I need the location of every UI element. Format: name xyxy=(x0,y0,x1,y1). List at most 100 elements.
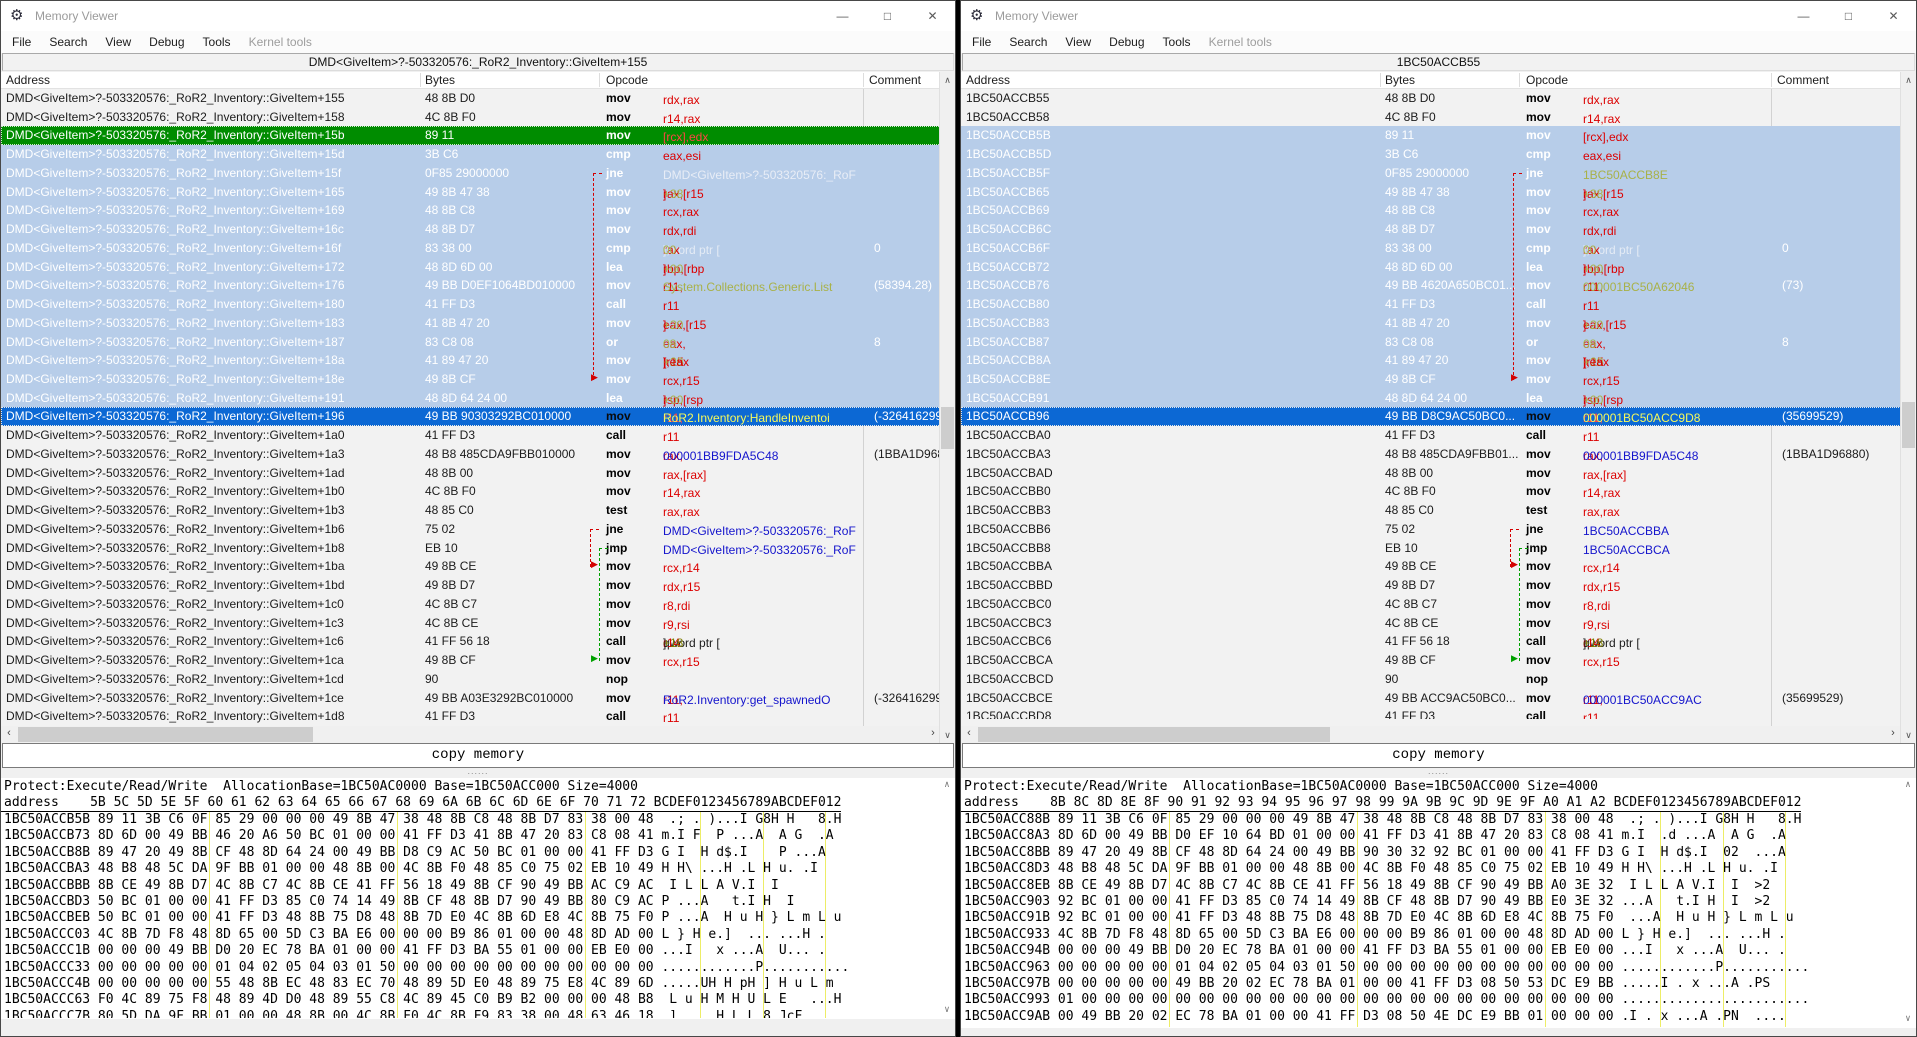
menu-tools[interactable]: Tools xyxy=(194,33,240,51)
disasm-row[interactable]: DMD<GiveItem>?-503320576:_RoR2_Inventory… xyxy=(1,108,941,127)
disasm-row[interactable]: 1BC50ACCBB348 85 C0testrax,rax xyxy=(961,501,1901,520)
hex-view[interactable]: Protect:Execute/Read/Write AllocationBas… xyxy=(961,778,1916,1028)
disasm-row[interactable]: 1BC50ACCBC04C 8B C7movr8,rdi xyxy=(961,595,1901,614)
copy-memory-button[interactable]: copy memory xyxy=(962,743,1915,768)
hex-row[interactable]: 1BC50ACCC03 4C 8B 7D F8 48 8D 65 00 5D C… xyxy=(4,927,955,943)
disasm-row[interactable]: DMD<GiveItem>?-503320576:_RoR2_Inventory… xyxy=(1,183,941,202)
disasm-row[interactable]: 1BC50ACCBCA49 8B CFmovrcx,r15▶ xyxy=(961,651,1901,670)
vertical-scrollbar-thumb[interactable] xyxy=(1902,402,1915,448)
disasm-row[interactable]: 1BC50ACCBB04C 8B F0movr14,rax xyxy=(961,482,1901,501)
disasm-row[interactable]: DMD<GiveItem>?-503320576:_RoR2_Inventory… xyxy=(1,389,941,408)
disasm-row[interactable]: DMD<GiveItem>?-503320576:_RoR2_Inventory… xyxy=(1,426,941,445)
disasm-row[interactable]: 1BC50ACCB8A41 89 47 20mov[r15+20],eax xyxy=(961,351,1901,370)
vertical-scrollbar[interactable]: ∧ ∨ xyxy=(939,72,955,743)
disasm-row[interactable]: 1BC50ACCB9148 8D 64 24 00learsp,[rsp+00] xyxy=(961,389,1901,408)
disasm-row[interactable]: 1BC50ACCB6C48 8B D7movrdx,rdi xyxy=(961,220,1901,239)
menu-file[interactable]: File xyxy=(3,33,40,51)
disasm-row[interactable]: 1BC50ACCBA348 B8 485CDA9FBB01...movrax,0… xyxy=(961,445,1901,464)
hex-row[interactable]: 1BC50ACC94B 00 00 00 49 BB D0 20 EC 78 B… xyxy=(964,943,1916,959)
menu-view[interactable]: View xyxy=(96,33,140,51)
disasm-row[interactable]: 1BC50ACCBC641 FF 56 18callqword ptr [r14… xyxy=(961,632,1901,651)
hex-row[interactable]: 1BC50ACC8D3 48 B8 48 5C DA 9F BB 01 00 0… xyxy=(964,861,1916,877)
hex-row[interactable]: 1BC50ACCBEB 50 BC 01 00 00 41 FF D3 48 8… xyxy=(4,910,955,926)
disasm-row[interactable]: 1BC50ACCBB8EB 10jmp1BC50ACCBCA xyxy=(961,539,1901,558)
disasm-row[interactable]: 1BC50ACCBAD48 8B 00movrax,[rax] xyxy=(961,464,1901,483)
scroll-left-icon[interactable]: ‹ xyxy=(961,726,977,743)
hex-row[interactable]: 1BC50ACC993 01 00 00 00 00 00 00 00 00 0… xyxy=(964,992,1916,1008)
disasm-row[interactable]: DMD<GiveItem>?-503320576:_RoR2_Inventory… xyxy=(1,576,941,595)
menu-file[interactable]: File xyxy=(963,33,1000,51)
disasm-row[interactable]: 1BC50ACCB8041 FF D3callr11 xyxy=(961,295,1901,314)
titlebar[interactable]: ⚙ Memory Viewer — □ ✕ xyxy=(961,1,1916,31)
scroll-up-icon[interactable]: ∧ xyxy=(940,72,955,88)
menu-debug[interactable]: Debug xyxy=(140,33,193,51)
hex-row[interactable]: 1BC50ACC8EB 8B CE 49 8B D7 4C 8B C7 4C 8… xyxy=(964,878,1916,894)
disasm-row[interactable]: 1BC50ACCB5B89 11mov[rcx],edx xyxy=(961,126,1901,145)
hex-row[interactable]: 1BC50ACCBA3 48 B8 48 5C DA 9F BB 01 00 0… xyxy=(4,861,955,877)
scroll-down-icon[interactable]: ∨ xyxy=(940,1005,954,1015)
menu-search[interactable]: Search xyxy=(1000,33,1056,51)
hex-row[interactable]: 1BC50ACC8A3 8D 6D 00 49 BB D0 EF 10 64 B… xyxy=(964,828,1916,844)
disasm-row[interactable]: DMD<GiveItem>?-503320576:_RoR2_Inventory… xyxy=(1,89,941,108)
disasm-row[interactable]: DMD<GiveItem>?-503320576:_RoR2_Inventory… xyxy=(1,670,941,689)
disasm-row[interactable]: DMD<GiveItem>?-503320576:_RoR2_Inventory… xyxy=(1,145,941,164)
maximize-button[interactable]: □ xyxy=(865,1,910,31)
disasm-row[interactable]: DMD<GiveItem>?-503320576:_RoR2_Inventory… xyxy=(1,707,941,726)
horizontal-scrollbar[interactable]: ‹ › xyxy=(1,726,941,743)
pane-splitter[interactable]: ...... xyxy=(1,768,955,778)
pane-splitter[interactable]: ...... xyxy=(961,768,1916,778)
hex-row[interactable]: 1BC50ACCC1B 00 00 00 49 BB D0 20 EC 78 B… xyxy=(4,943,955,959)
minimize-button[interactable]: — xyxy=(1781,1,1826,31)
hex-rows[interactable]: 1BC50ACCB5B 89 11 3B C6 0F 85 29 00 00 0… xyxy=(1,812,955,1018)
maximize-button[interactable]: □ xyxy=(1826,1,1871,31)
disasm-row[interactable]: DMD<GiveItem>?-503320576:_RoR2_Inventory… xyxy=(1,501,941,520)
hex-view[interactable]: Protect:Execute/Read/Write AllocationBas… xyxy=(1,778,955,1019)
address-bar[interactable]: 1BC50ACCB55 xyxy=(961,53,1916,72)
disasm-row[interactable]: DMD<GiveItem>?-503320576:_RoR2_Inventory… xyxy=(1,220,941,239)
hex-row[interactable]: 1BC50ACCC4B 00 00 00 00 00 55 48 8B EC 4… xyxy=(4,976,955,992)
hex-rows[interactable]: 1BC50ACC88B 89 11 3B C6 0F 85 29 00 00 0… xyxy=(961,812,1916,1027)
close-button[interactable]: ✕ xyxy=(1871,1,1916,31)
scroll-up-icon[interactable]: ∧ xyxy=(1901,780,1915,790)
horizontal-scrollbar-thumb[interactable] xyxy=(978,727,1330,742)
scroll-up-icon[interactable]: ∧ xyxy=(1901,72,1916,88)
address-bar[interactable]: DMD<GiveItem>?-503320576:_RoR2_Inventory… xyxy=(1,53,955,72)
disasm-row[interactable]: 1BC50ACCB5548 8B D0movrdx,rax xyxy=(961,89,1901,108)
disasm-row[interactable]: DMD<GiveItem>?-503320576:_RoR2_Inventory… xyxy=(1,482,941,501)
hex-row[interactable]: 1BC50ACCB5B 89 11 3B C6 0F 85 29 00 00 0… xyxy=(4,812,955,828)
disasm-row[interactable]: DMD<GiveItem>?-503320576:_RoR2_Inventory… xyxy=(1,258,941,277)
hex-row[interactable]: 1BC50ACC9AB 00 49 BB 20 02 EC 78 BA 01 0… xyxy=(964,1009,1916,1025)
hex-row[interactable]: 1BC50ACCC33 00 00 00 00 00 01 04 02 05 0… xyxy=(4,960,955,976)
hex-row[interactable]: 1BC50ACC8BB 89 47 20 49 8B CF 48 8D 64 2… xyxy=(964,845,1916,861)
menu-kernel-tools[interactable]: Kernel tools xyxy=(1200,33,1281,51)
disasm-row[interactable]: 1BC50ACCBA041 FF D3callr11 xyxy=(961,426,1901,445)
disasm-row[interactable]: 1BC50ACCB6948 8B C8movrcx,rax xyxy=(961,201,1901,220)
hex-scrollbar[interactable]: ∧ ∨ xyxy=(940,778,954,1019)
menu-view[interactable]: View xyxy=(1056,33,1100,51)
minimize-button[interactable]: — xyxy=(820,1,865,31)
hex-row[interactable]: 1BC50ACCB73 8D 6D 00 49 BB 46 20 A6 50 B… xyxy=(4,828,955,844)
titlebar[interactable]: ⚙ Memory Viewer — □ ✕ xyxy=(1,1,955,31)
scroll-left-icon[interactable]: ‹ xyxy=(1,726,17,743)
hex-row[interactable]: 1BC50ACCBBB 8B CE 49 8B D7 4C 8B C7 4C 8… xyxy=(4,878,955,894)
address-bar-field[interactable]: 1BC50ACCB55 xyxy=(962,53,1915,71)
menu-tools[interactable]: Tools xyxy=(1154,33,1200,51)
disasm-row[interactable]: DMD<GiveItem>?-503320576:_RoR2_Inventory… xyxy=(1,651,941,670)
disasm-row[interactable]: 1BC50ACCB8783 C8 08oreax,088 xyxy=(961,333,1901,352)
disasm-row[interactable]: 1BC50ACCBB675 02jne1BC50ACCBBA xyxy=(961,520,1901,539)
disasm-row[interactable]: DMD<GiveItem>?-503320576:_RoR2_Inventory… xyxy=(1,557,941,576)
disasm-row[interactable]: DMD<GiveItem>?-503320576:_RoR2_Inventory… xyxy=(1,445,941,464)
disasm-row[interactable]: 1BC50ACCB5F0F85 29000000jne1BC50ACCB8E xyxy=(961,164,1901,183)
disasm-row[interactable]: 1BC50ACCB5D3B C6cmpeax,esi xyxy=(961,145,1901,164)
disasm-row[interactable]: DMD<GiveItem>?-503320576:_RoR2_Inventory… xyxy=(1,295,941,314)
address-bar-field[interactable]: DMD<GiveItem>?-503320576:_RoR2_Inventory… xyxy=(2,53,954,71)
disasm-row[interactable]: DMD<GiveItem>?-503320576:_RoR2_Inventory… xyxy=(1,164,941,183)
hex-row[interactable]: 1BC50ACC903 92 BC 01 00 00 41 FF D3 85 C… xyxy=(964,894,1916,910)
menu-search[interactable]: Search xyxy=(40,33,96,51)
disasm-row[interactable]: 1BC50ACCBD841 FF D3callr11 xyxy=(961,707,1901,719)
disasm-row[interactable]: DMD<GiveItem>?-503320576:_RoR2_Inventory… xyxy=(1,539,941,558)
hex-row[interactable]: 1BC50ACC933 4C 8B 7D F8 48 8D 65 00 5D C… xyxy=(964,927,1916,943)
scroll-down-icon[interactable]: ∨ xyxy=(940,727,955,743)
scroll-down-icon[interactable]: ∨ xyxy=(1901,727,1916,743)
scroll-right-icon[interactable]: › xyxy=(1885,726,1901,743)
